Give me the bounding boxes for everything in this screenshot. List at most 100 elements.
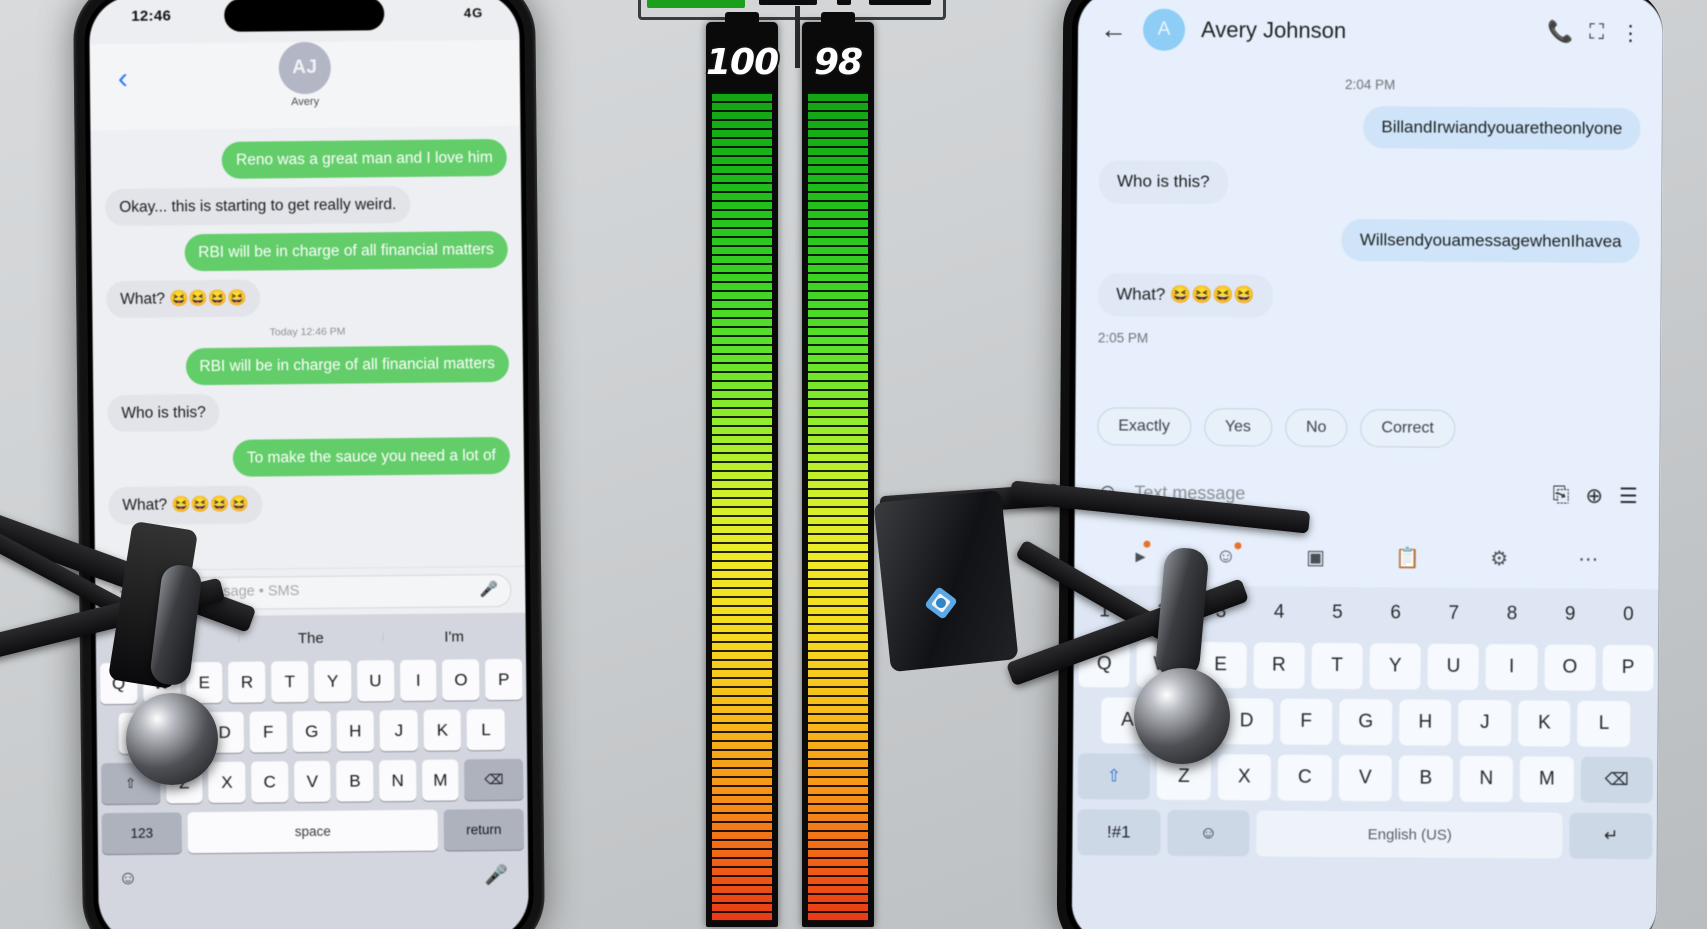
message-row: WillsendyouamessagewhenIhavea [1098,217,1640,264]
thread-timestamp-top: 2:04 PM [1344,77,1396,93]
image-gif-icon[interactable]: ⎘ [1552,483,1569,507]
key-y[interactable]: Y [1369,643,1421,690]
stylus-tip [1134,668,1230,764]
avatar[interactable]: A [1142,8,1186,51]
message-row: To make the sauce you need a lot of [108,437,511,478]
key-o[interactable]: O [1544,644,1596,691]
panel-divider [795,6,800,68]
key-h[interactable]: H [336,710,375,752]
microphone-icon[interactable]: 🎤 [484,863,508,887]
key-0[interactable]: 0 [1603,595,1654,635]
connector-mid [837,0,851,5]
sticker-icon[interactable]: ▣ [1306,544,1325,569]
key-l[interactable]: L [467,708,505,751]
message-bubble-sent: RBI will be in charge of all financial m… [184,231,508,272]
backspace-icon[interactable]: ⌫ [1580,756,1653,804]
key-9[interactable]: 9 [1544,594,1595,634]
prediction-2[interactable]: I'm [382,627,525,646]
key-j[interactable]: J [379,709,418,752]
chip-no[interactable]: No [1284,408,1348,448]
enter-key[interactable]: ↵ [1569,812,1653,860]
key-k[interactable]: K [423,709,462,751]
plus-circle-icon[interactable]: ⊕ [1585,483,1603,508]
key-m[interactable]: M [421,759,459,801]
gauge-tab [821,12,855,24]
key-g[interactable]: G [1339,699,1393,746]
avatar[interactable]: AJ [278,41,332,95]
key-l[interactable]: L [1577,700,1631,748]
key-b[interactable]: B [336,760,374,802]
key-m[interactable]: M [1519,756,1574,803]
arm-link-upper [1009,480,1311,534]
key-n[interactable]: N [379,759,417,802]
suggested-reply-chips: Exactly Yes No Correct [1075,405,1660,449]
key-6[interactable]: 6 [1370,593,1421,633]
microphone-icon[interactable]: 🎤 [479,580,499,598]
key-f[interactable]: F [1279,698,1333,745]
space-key[interactable]: English (US) [1256,810,1563,859]
status-led [647,0,745,8]
chevron-left-icon[interactable]: ‹ [118,62,128,95]
return-key[interactable]: return [443,808,525,851]
key-b[interactable]: B [1398,755,1453,802]
stylus-tip [126,693,218,785]
key-p[interactable]: P [1602,644,1654,692]
gauge-left-bar [712,92,772,921]
message-bubble-received: Who is this? [1098,160,1228,204]
status-indicators: 4G [463,5,484,21]
message-row: Who is this? [1098,160,1640,207]
key-7[interactable]: 7 [1428,594,1479,634]
key-h[interactable]: H [1398,699,1452,746]
numbers-key[interactable]: 123 [101,812,183,855]
scene-root: 12:46 4G ‹ AJ Avery Reno was a great man… [0,0,1707,929]
thread-timestamp: Today 12:46 PM [269,325,346,339]
iphone-status-bar: 12:46 4G [89,0,519,42]
message-row: Who is this? [107,391,509,433]
logo-icon [922,584,960,622]
key-j[interactable]: J [1458,699,1512,747]
message-bubble-sent: RBI will be in charge of all financial m… [185,345,510,386]
arrow-left-icon[interactable]: ← [1100,14,1127,44]
message-row: RBI will be in charge of all financial m… [107,345,510,386]
key-c[interactable]: C [1277,754,1332,801]
backspace-icon[interactable]: ⌫ [464,758,524,801]
gauge-left: 100 [706,12,779,927]
key-5[interactable]: 5 [1312,593,1363,633]
emoji-icon[interactable]: ☺ [1166,809,1250,857]
dynamic-island [224,0,385,32]
key-i[interactable]: I [399,659,437,702]
gauge-right-bar [808,92,868,921]
symbols-key[interactable]: !#1 [1077,809,1161,856]
chip-correct[interactable]: Correct [1360,409,1456,448]
more-horizontal-icon[interactable]: ⋯ [1578,546,1598,571]
key-v[interactable]: V [1338,754,1393,802]
video-camera-icon[interactable]: ⛶ [1589,21,1604,45]
key-i[interactable]: I [1485,644,1538,691]
key-u[interactable]: U [1427,643,1480,690]
key-u[interactable]: U [356,660,395,702]
key-p[interactable]: P [485,658,523,701]
more-vertical-icon[interactable]: ⋮ [1620,20,1641,45]
key-8[interactable]: 8 [1486,594,1537,634]
key-o[interactable]: O [442,659,480,701]
emoji-icon[interactable]: ☺ [118,868,138,890]
gauge-tab [725,12,759,24]
key-y[interactable]: Y [314,660,352,702]
gauge-right-value: 98 [813,42,863,83]
gear-icon[interactable]: ⚙ [1490,546,1508,571]
message-bubble-received: What? 😆😆😆😆 [106,279,261,319]
key-k[interactable]: K [1517,700,1571,747]
phone-icon[interactable]: 📞 [1547,20,1573,44]
robot-arm-left [0,495,300,795]
chip-exactly[interactable]: Exactly [1097,407,1191,446]
android-message-thread[interactable]: 2:04 PM BillandIrwiandyouaretheonlyone W… [1075,75,1662,409]
voice-waveform-icon[interactable]: ☰ [1619,483,1638,508]
chip-yes[interactable]: Yes [1203,408,1273,447]
connector-right [869,0,931,5]
space-key[interactable]: space [187,809,439,854]
clipboard-icon[interactable]: 📋 [1395,545,1420,570]
message-row: What? 😆😆😆😆 [106,277,508,319]
key-t[interactable]: T [1311,642,1363,690]
robot-arm-right [860,478,1311,798]
key-n[interactable]: N [1459,755,1514,803]
